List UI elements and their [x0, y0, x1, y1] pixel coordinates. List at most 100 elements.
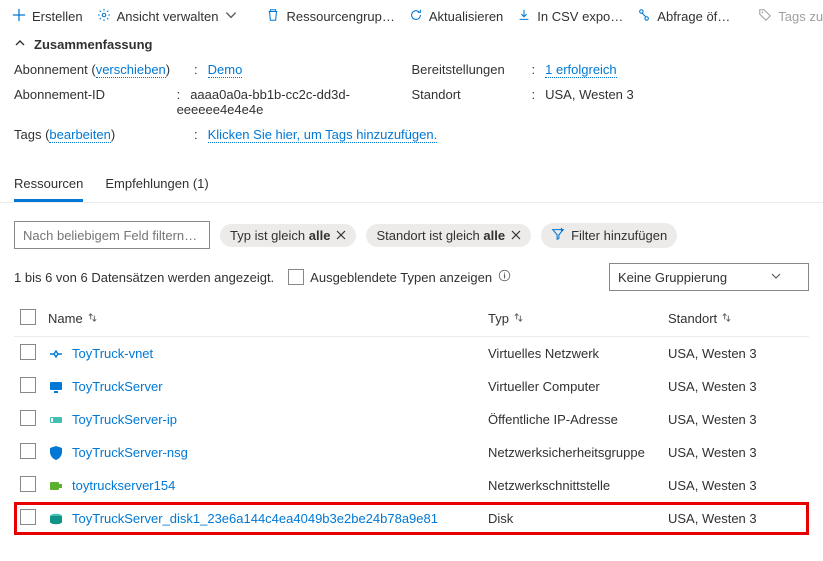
col-location[interactable]: Standort: [662, 301, 809, 337]
subscription-id-value: : aaaa0a0a-bb1b-cc2c-dd3d-eeeeee4e4e4e: [177, 87, 412, 117]
plus-icon: [12, 8, 26, 25]
resource-link[interactable]: ToyTruckServer-nsg: [72, 445, 188, 460]
resource-location: USA, Westen 3: [662, 403, 809, 436]
tabs: Ressourcen Empfehlungen (1): [0, 158, 823, 203]
tab-recommendations[interactable]: Empfehlungen (1): [105, 176, 208, 202]
download-icon: [517, 8, 531, 25]
resource-location: USA, Westen 3: [662, 436, 809, 469]
table-row[interactable]: toytruckserver154 Netzwerkschnittstelle …: [14, 469, 809, 502]
resource-type: Öffentliche IP-Adresse: [482, 403, 662, 436]
refresh-label: Aktualisieren: [429, 9, 503, 24]
chevron-down-icon: [770, 270, 782, 285]
open-query-button[interactable]: Abfrage öf…: [637, 8, 730, 25]
sort-icon: [721, 311, 732, 326]
info-icon[interactable]: [498, 269, 511, 285]
toolbar: Erstellen Ansicht verwalten Ressourcengr…: [0, 0, 823, 33]
table-row[interactable]: ToyTruckServer-ip Öffentliche IP-Adresse…: [14, 403, 809, 436]
tags-key: Tags (bearbeiten): [14, 127, 194, 142]
row-checkbox[interactable]: [20, 509, 36, 525]
resource-type: Virtuelles Netzwerk: [482, 337, 662, 371]
chevron-down-icon: [224, 8, 238, 25]
resource-type: Virtueller Computer: [482, 370, 662, 403]
group-by-select[interactable]: Keine Gruppierung: [609, 263, 809, 291]
subscription-value-link[interactable]: Demo: [208, 62, 243, 78]
subscription-id-key: Abonnement-ID: [14, 87, 177, 117]
nsg-icon: [48, 445, 64, 461]
resource-location: USA, Westen 3: [662, 370, 809, 403]
add-tags-link[interactable]: Klicken Sie hier, um Tags hinzuzufügen.: [208, 127, 438, 143]
filter-pill-location-label: Standort ist gleich alle: [376, 228, 505, 243]
checkbox-icon: [288, 269, 304, 285]
nic-icon: [48, 478, 64, 494]
resource-location: USA, Westen 3: [662, 337, 809, 371]
subscription-key: Abonnement (verschieben): [14, 62, 194, 77]
trash-icon: [266, 8, 280, 25]
row-checkbox[interactable]: [20, 410, 36, 426]
assign-tags-button[interactable]: Tags zu…: [758, 8, 823, 25]
refresh-icon: [409, 8, 423, 25]
resource-link[interactable]: ToyTruckServer: [72, 379, 163, 394]
table-row[interactable]: ToyTruckServer Virtueller Computer USA, …: [14, 370, 809, 403]
resource-location: USA, Westen 3: [662, 502, 809, 535]
deployments-link[interactable]: 1 erfolgreich: [545, 62, 617, 78]
row-checkbox[interactable]: [20, 377, 36, 393]
table-row[interactable]: ToyTruck-vnet Virtuelles Netzwerk USA, W…: [14, 337, 809, 371]
add-filter-button[interactable]: Filter hinzufügen: [541, 223, 677, 248]
create-label: Erstellen: [32, 9, 83, 24]
row-checkbox[interactable]: [20, 476, 36, 492]
disk-icon: [48, 511, 64, 527]
close-icon[interactable]: [511, 228, 521, 243]
group-by-value: Keine Gruppierung: [618, 270, 727, 285]
resource-link[interactable]: ToyTruckServer_disk1_23e6a144c4ea4049b3e…: [72, 511, 438, 526]
location-key: Standort: [412, 87, 532, 117]
chevron-up-icon: [14, 37, 26, 52]
edit-tags-link[interactable]: bearbeiten: [49, 127, 110, 143]
resource-link[interactable]: toytruckserver154: [72, 478, 175, 493]
filter-pill-location[interactable]: Standort ist gleich alle: [366, 224, 531, 247]
col-type[interactable]: Typ: [482, 301, 662, 337]
move-subscription-link[interactable]: verschieben: [96, 62, 166, 78]
ip-icon: [48, 412, 64, 428]
delete-resource-group-button[interactable]: Ressourcengrup…: [266, 8, 394, 25]
filter-add-icon: [551, 227, 565, 244]
record-count: 1 bis 6 von 6 Datensätzen werden angezei…: [14, 270, 274, 285]
resource-location: USA, Westen 3: [662, 469, 809, 502]
refresh-button[interactable]: Aktualisieren: [409, 8, 503, 25]
status-row: 1 bis 6 von 6 Datensätzen werden angezei…: [0, 259, 823, 301]
close-icon[interactable]: [336, 228, 346, 243]
gear-icon: [97, 8, 111, 25]
open-query-label: Abfrage öf…: [657, 9, 730, 24]
add-filter-label: Filter hinzufügen: [571, 228, 667, 243]
select-all-checkbox[interactable]: [20, 309, 36, 325]
deployments-key: Bereitstellungen: [412, 62, 532, 77]
table-row[interactable]: ToyTruckServer-nsg Netzwerksicherheitsgr…: [14, 436, 809, 469]
export-csv-label: In CSV expo…: [537, 9, 623, 24]
query-icon: [637, 8, 651, 25]
sort-icon: [87, 311, 98, 326]
manage-view-button[interactable]: Ansicht verwalten: [97, 8, 239, 25]
show-hidden-checkbox[interactable]: Ausgeblendete Typen anzeigen: [288, 269, 511, 285]
export-csv-button[interactable]: In CSV expo…: [517, 8, 623, 25]
vnet-icon: [48, 346, 64, 362]
location-value: : USA, Westen 3: [532, 87, 634, 117]
manage-view-label: Ansicht verwalten: [117, 9, 219, 24]
resource-link[interactable]: ToyTruck-vnet: [72, 346, 153, 361]
create-button[interactable]: Erstellen: [12, 8, 83, 25]
table-row[interactable]: ToyTruckServer_disk1_23e6a144c4ea4049b3e…: [14, 502, 809, 535]
resource-table: Name Typ Standort ToyTruck-vnet Virtuell…: [14, 301, 809, 535]
col-name[interactable]: Name: [42, 301, 482, 337]
row-checkbox[interactable]: [20, 443, 36, 459]
row-checkbox[interactable]: [20, 344, 36, 360]
tag-icon: [758, 8, 772, 25]
summary-section: Zusammenfassung Abonnement (verschieben)…: [0, 33, 823, 158]
resource-link[interactable]: ToyTruckServer-ip: [72, 412, 177, 427]
show-hidden-label: Ausgeblendete Typen anzeigen: [310, 270, 492, 285]
filter-input[interactable]: [14, 221, 210, 249]
vm-icon: [48, 379, 64, 395]
summary-toggle[interactable]: Zusammenfassung: [14, 37, 809, 52]
filter-bar: Typ ist gleich alle Standort ist gleich …: [0, 203, 823, 259]
tab-resources[interactable]: Ressourcen: [14, 176, 83, 202]
resource-type: Netzwerksicherheitsgruppe: [482, 436, 662, 469]
sort-icon: [513, 311, 524, 326]
filter-pill-type[interactable]: Typ ist gleich alle: [220, 224, 356, 247]
